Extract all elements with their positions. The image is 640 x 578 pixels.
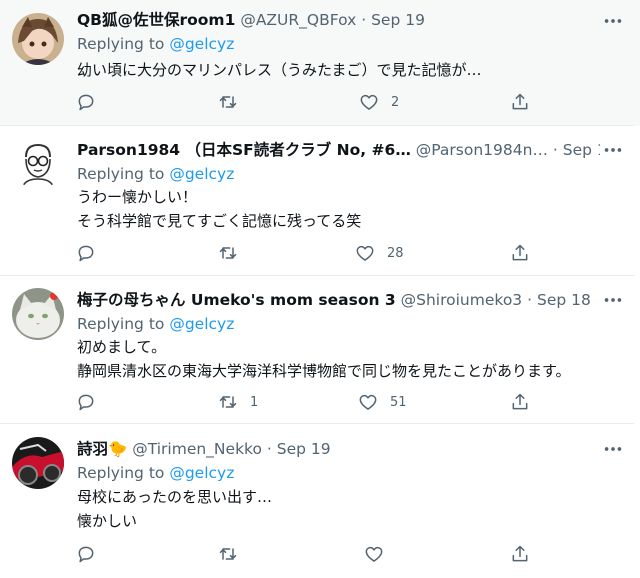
reply-button[interactable] [76, 542, 108, 566]
like-button[interactable] [364, 542, 396, 566]
share-button[interactable] [510, 542, 530, 566]
tweet-text-line: うわー懐かしい！ [77, 188, 198, 206]
retweet-button[interactable] [218, 241, 250, 265]
retweet-icon [219, 96, 237, 108]
like-count: 51 [390, 394, 407, 410]
like-icon [356, 245, 374, 261]
mention-link[interactable]: @gelcyz [169, 35, 234, 53]
retweet-button[interactable] [218, 542, 250, 566]
reply-icon [78, 245, 94, 262]
replying-to-label: Replying to [77, 35, 170, 53]
mention-link[interactable]: @gelcyz [169, 315, 234, 333]
tweet-text: 母校にあったのを思い出す… 懐かしい [77, 485, 620, 533]
more-icon[interactable] [602, 139, 624, 161]
tweet-text-line: 幼い頃に大分のマリンパレス（うみたまご）で見た記憶が… [77, 61, 482, 79]
replying-to: Replying to @gelcyz [77, 313, 234, 335]
replying-to-label: Replying to [77, 464, 170, 482]
action-bar [0, 542, 640, 566]
reply-icon [78, 94, 94, 111]
reply-tweet[interactable]: 梅子の母ちゃん Umeko's mom season 3 @Shiroiumek… [0, 276, 640, 424]
retweet-button[interactable]: 1 [218, 390, 258, 414]
action-bar: 2 [0, 90, 640, 114]
handle[interactable]: @AZUR_QBFox [240, 11, 356, 29]
like-button[interactable]: 2 [359, 90, 399, 114]
share-button[interactable] [510, 241, 530, 265]
more-icon[interactable] [602, 438, 624, 460]
tweet-text-line: 初めまして。 [77, 338, 167, 356]
action-bar: 1 51 [0, 390, 640, 414]
like-count: 28 [387, 245, 404, 261]
handle[interactable]: @Shiroiumeko3 [401, 291, 523, 309]
replying-to: Replying to @gelcyz [77, 462, 234, 484]
retweet-icon [219, 548, 237, 560]
reply-button[interactable] [76, 390, 108, 414]
share-icon [512, 244, 528, 261]
like-button[interactable]: 51 [358, 390, 407, 414]
timestamp[interactable]: Sep 18 [537, 291, 591, 309]
tweet-text: うわー懐かしい！ そう科学館で見てすごく記憶に残ってる笑 [77, 185, 620, 233]
reply-tweet[interactable]: Parson1984 （日本SF読者クラブ No, #6… @Parson198… [0, 126, 640, 276]
separator: · [361, 11, 367, 29]
timestamp[interactable]: Sep 19 [277, 440, 331, 458]
reply-button[interactable] [76, 241, 108, 265]
tweet-text-line: 母校にあったのを思い出す… [77, 488, 273, 506]
mention-link[interactable]: @gelcyz [169, 464, 234, 482]
reply-icon [78, 394, 94, 411]
like-button[interactable]: 28 [355, 241, 404, 265]
avatar[interactable] [12, 437, 64, 489]
reply-tweet[interactable]: QB狐@佐世保room1 @AZUR_QBFox · Sep 19 Replyi… [0, 0, 640, 126]
share-icon [512, 545, 528, 562]
retweet-count: 1 [250, 394, 259, 410]
replying-to-label: Replying to [77, 315, 170, 333]
share-button[interactable] [510, 90, 530, 114]
reply-button[interactable] [76, 90, 108, 114]
like-icon [360, 94, 378, 110]
tweet-text-line: 静岡県清水区の東海大学海洋科学博物館で同じ物を見たことがあります。 [77, 362, 571, 380]
separator: · [552, 141, 558, 159]
display-name[interactable]: Parson1984 （日本SF読者クラブ No, #6… [77, 141, 411, 159]
avatar[interactable] [12, 137, 64, 189]
reply-icon [78, 546, 94, 563]
separator: · [527, 291, 533, 309]
avatar[interactable] [12, 288, 64, 340]
like-icon [365, 546, 383, 562]
share-button[interactable] [510, 390, 530, 414]
avatar[interactable] [12, 13, 64, 65]
separator: · [266, 440, 272, 458]
share-icon [512, 393, 528, 410]
tweet-text: 幼い頃に大分のマリンパレス（うみたまご）で見た記憶が… [77, 58, 620, 82]
tweet-text: 初めまして。 静岡県清水区の東海大学海洋科学博物館で同じ物を見たことがあります。 [77, 335, 620, 383]
share-icon [512, 93, 528, 110]
reply-tweet[interactable]: 詩羽🐤 @Tirimen_Nekko · Sep 19 Replying to … [0, 424, 640, 578]
like-count: 2 [391, 94, 400, 110]
display-name[interactable]: 梅子の母ちゃん Umeko's mom season 3 [77, 291, 396, 309]
replying-to-label: Replying to [77, 165, 170, 183]
more-icon[interactable] [602, 10, 624, 32]
timestamp[interactable]: Sep 18 [563, 141, 600, 159]
tweet-text-line: そう科学館で見てすごく記憶に残ってる笑 [77, 212, 362, 230]
action-bar: 28 [0, 241, 640, 265]
display-name[interactable]: 詩羽🐤 [77, 440, 127, 458]
more-icon[interactable] [602, 289, 624, 311]
retweet-icon [219, 247, 237, 259]
tweet-text-line: 懐かしい [77, 512, 138, 530]
retweet-button[interactable] [218, 90, 250, 114]
retweet-icon [219, 396, 237, 408]
timestamp[interactable]: Sep 19 [371, 11, 425, 29]
display-name[interactable]: QB狐@佐世保room1 [77, 11, 235, 29]
replying-to: Replying to @gelcyz [77, 163, 234, 185]
mention-link[interactable]: @gelcyz [169, 165, 234, 183]
like-icon [359, 394, 377, 410]
replying-to: Replying to @gelcyz [77, 33, 234, 55]
handle[interactable]: @Parson1984n… [416, 141, 548, 159]
handle[interactable]: @Tirimen_Nekko [132, 440, 262, 458]
